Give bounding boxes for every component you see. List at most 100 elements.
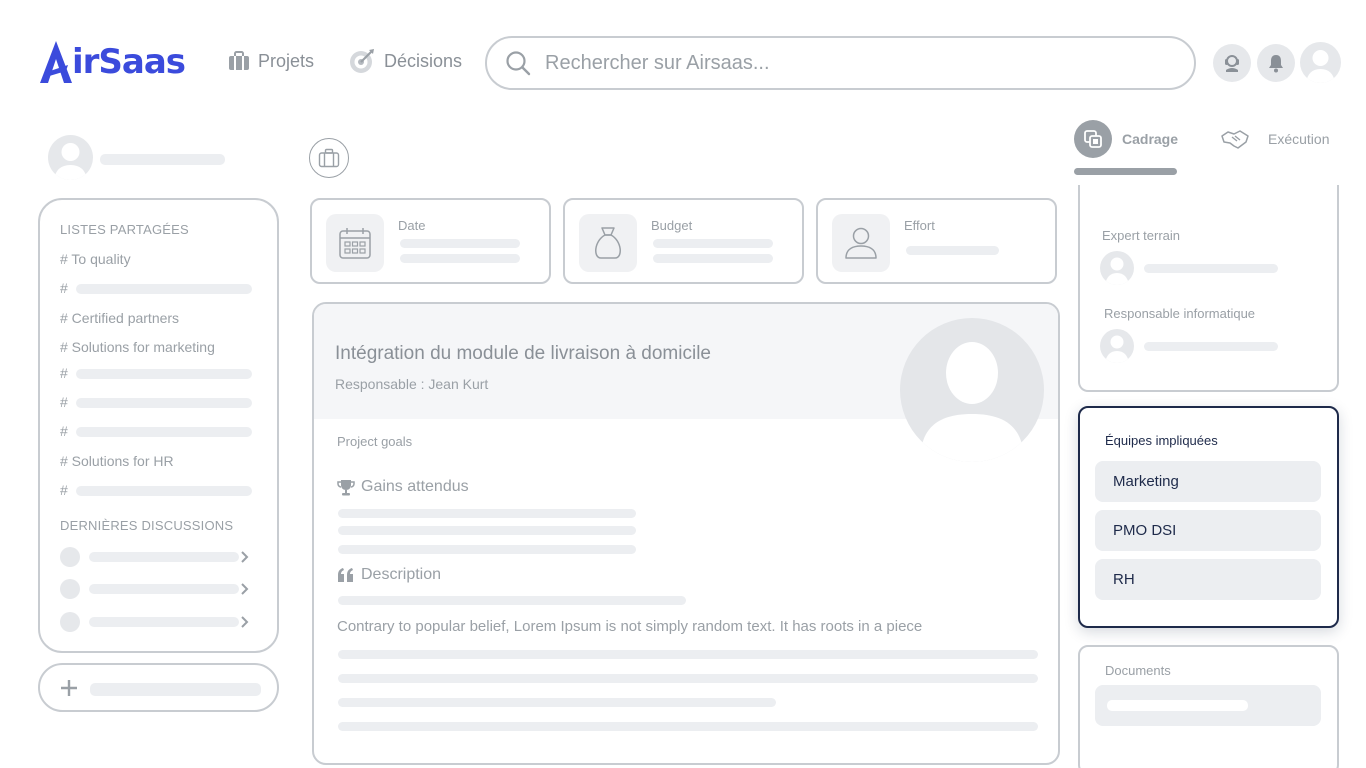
roles-card: Expert terrain Responsable informatique: [1078, 185, 1339, 392]
search-bar[interactable]: Rechercher sur Airsaas...: [485, 36, 1196, 90]
briefcase-icon: [229, 51, 249, 70]
description-placeholder: [338, 674, 1038, 683]
discussion-avatar: [60, 547, 80, 567]
user-name-placeholder: [100, 154, 225, 165]
description-label: Description: [361, 566, 442, 583]
documents-card: Documents: [1078, 645, 1339, 768]
search-input[interactable]: Rechercher sur Airsaas...: [545, 52, 770, 75]
role-avatar[interactable]: [1100, 251, 1134, 285]
list-item[interactable]: #: [60, 280, 68, 296]
gains-placeholder: [338, 526, 636, 535]
role-label: Expert terrain: [1102, 228, 1181, 243]
kpi-value-placeholder: [906, 246, 999, 255]
avatar-icon: [54, 143, 87, 180]
chevron-right-icon: [241, 616, 249, 628]
support-button[interactable]: [1213, 44, 1251, 82]
list-item-placeholder: [76, 427, 252, 437]
discussion-item[interactable]: [60, 547, 260, 567]
target-icon: [350, 49, 374, 73]
chevron-right-icon: [241, 551, 249, 563]
list-item[interactable]: # Certified partners: [60, 310, 179, 326]
list-item-placeholder: [76, 284, 252, 294]
list-item-placeholder: [76, 398, 252, 408]
project-type-badge: [309, 138, 349, 178]
list-item[interactable]: #: [60, 394, 68, 410]
nav-projets[interactable]: Projets: [228, 44, 314, 78]
list-item[interactable]: # To quality: [60, 251, 131, 267]
list-item[interactable]: #: [60, 423, 68, 439]
kpi-effort-card[interactable]: Effort: [816, 198, 1057, 284]
document-item[interactable]: [1095, 685, 1321, 726]
list-item[interactable]: # Solutions for HR: [60, 453, 174, 469]
description-placeholder: [338, 722, 1038, 731]
sidebar-user-avatar[interactable]: [48, 135, 93, 180]
gains-placeholder: [338, 545, 636, 554]
description-placeholder: [338, 650, 1038, 659]
description-placeholder: [338, 698, 776, 707]
quote-icon: [338, 568, 353, 582]
team-item[interactable]: RH: [1095, 559, 1321, 600]
tab-cadrage[interactable]: Cadrage: [1074, 120, 1180, 178]
project-card: Intégration du module de livraison à dom…: [312, 302, 1060, 765]
list-item[interactable]: #: [60, 365, 68, 381]
tab-cadrage-label: Cadrage: [1122, 131, 1179, 147]
discussion-placeholder: [89, 617, 239, 627]
project-owner-avatar[interactable]: [900, 318, 1044, 462]
role-person-placeholder: [1144, 342, 1278, 351]
add-list-button[interactable]: [38, 663, 279, 712]
nav-decisions[interactable]: Décisions: [348, 44, 462, 78]
list-item[interactable]: #: [60, 482, 68, 498]
kpi-value-placeholder: [400, 254, 520, 263]
chevron-right-icon: [241, 583, 249, 595]
layers-icon: [1074, 120, 1112, 158]
active-tab-indicator: [1074, 168, 1177, 175]
notifications-button[interactable]: [1257, 44, 1295, 82]
user-avatar-button[interactable]: [1300, 42, 1341, 83]
kpi-budget-card[interactable]: Budget: [563, 198, 804, 284]
document-name-placeholder: [1107, 700, 1248, 711]
list-item[interactable]: # Solutions for marketing: [60, 339, 215, 355]
shared-lists-title: LISTES PARTAGÉES: [60, 222, 189, 237]
plus-icon: [61, 680, 77, 696]
support-icon: [1225, 55, 1239, 72]
airsaas-logo[interactable]: irSaas: [38, 38, 186, 86]
documents-title: Documents: [1105, 663, 1171, 678]
avatar-icon: [1105, 257, 1129, 285]
discussion-item[interactable]: [60, 612, 260, 632]
description-placeholder: [338, 596, 686, 605]
search-icon: [506, 51, 531, 76]
kpi-effort-label: Effort: [904, 218, 935, 233]
money-bag-icon: [595, 227, 621, 259]
kpi-date-card[interactable]: Date: [310, 198, 551, 284]
teams-title: Équipes impliquées: [1105, 433, 1218, 448]
project-responsible: Responsable : Jean Kurt: [335, 376, 489, 392]
briefcase-icon: [318, 148, 340, 168]
shared-lists-panel: LISTES PARTAGÉES # To quality # # Certif…: [38, 198, 279, 653]
airsaas-logo-mark: [40, 41, 72, 83]
avatar-icon: [1105, 335, 1129, 363]
discussion-placeholder: [89, 552, 239, 562]
discussion-avatar: [60, 579, 80, 599]
person-icon: [845, 227, 877, 259]
role-person-placeholder: [1144, 264, 1278, 273]
tab-execution-label: Exécution: [1268, 131, 1330, 147]
kpi-date-label: Date: [398, 218, 426, 233]
description-text: Contrary to popular belief, Lorem Ipsum …: [337, 618, 923, 635]
discussion-avatar: [60, 612, 80, 632]
add-list-placeholder: [90, 683, 261, 696]
avatar-icon: [920, 342, 1024, 462]
kpi-budget-label: Budget: [651, 218, 693, 233]
calendar-icon: [339, 228, 371, 259]
kpi-budget-icon-wrap: [579, 214, 637, 272]
team-item[interactable]: PMO DSI: [1095, 510, 1321, 551]
list-item-placeholder: [76, 369, 252, 379]
role-avatar[interactable]: [1100, 329, 1134, 363]
tab-execution[interactable]: Exécution: [1220, 124, 1330, 156]
kpi-value-placeholder: [653, 254, 773, 263]
bell-icon: [1269, 55, 1283, 73]
kpi-date-icon-wrap: [326, 214, 384, 272]
kpi-effort-icon-wrap: [832, 214, 890, 272]
discussion-item[interactable]: [60, 579, 260, 599]
trophy-icon: [337, 480, 355, 496]
team-item[interactable]: Marketing: [1095, 461, 1321, 502]
